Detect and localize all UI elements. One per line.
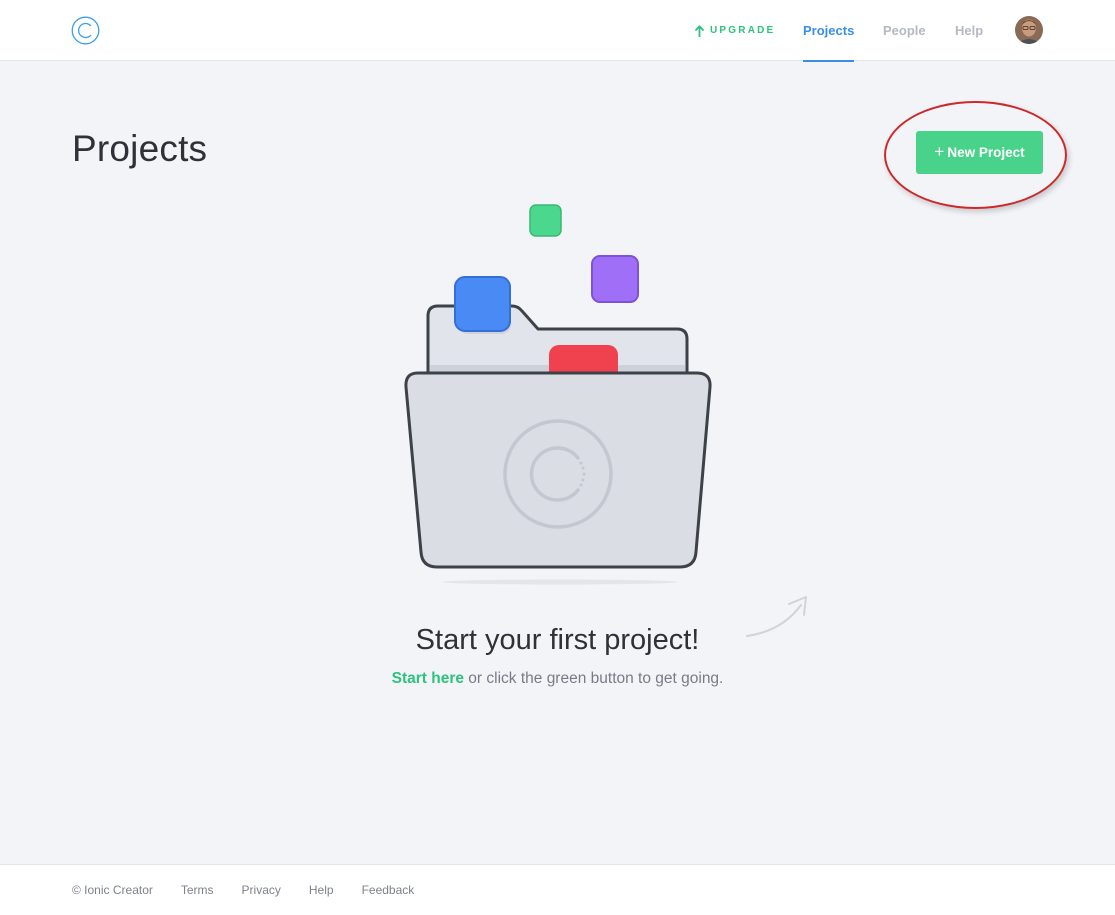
footer-link-terms[interactable]: Terms bbox=[181, 883, 214, 897]
footer-link-privacy[interactable]: Privacy bbox=[242, 883, 281, 897]
empty-state-title: Start your first project! bbox=[415, 624, 700, 656]
empty-state-sub-text: or click the green button to get going. bbox=[464, 670, 724, 687]
empty-state-subtitle: Start here or click the green button to … bbox=[0, 670, 1115, 688]
footer-copyright: © Ionic Creator bbox=[72, 883, 153, 897]
footer-link-feedback[interactable]: Feedback bbox=[362, 883, 415, 897]
footer: © Ionic Creator Terms Privacy Help Feedb… bbox=[0, 864, 1115, 915]
footer-link-help[interactable]: Help bbox=[309, 883, 334, 897]
curved-arrow-icon bbox=[746, 596, 807, 637]
start-here-link[interactable]: Start here bbox=[392, 670, 464, 687]
